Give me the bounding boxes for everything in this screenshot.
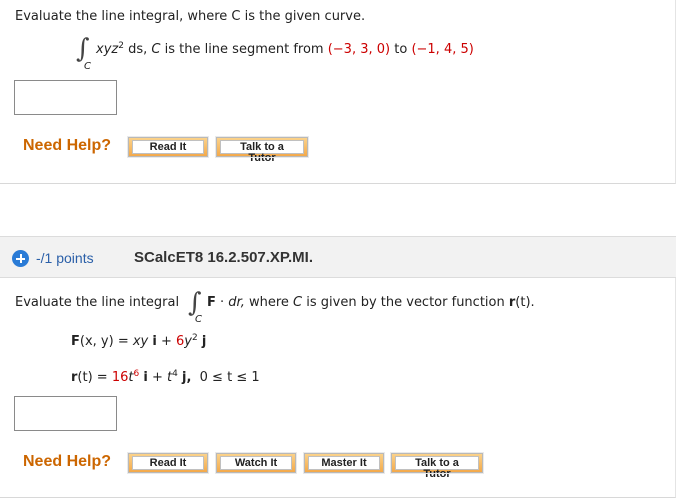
question-2-integrand: F · dr, where C is given by the vector f… bbox=[207, 295, 535, 310]
integral-subscript: C bbox=[195, 314, 202, 325]
question-2-header bbox=[0, 236, 676, 278]
q1-talk-to-tutor-button[interactable]: Talk to a Tutor bbox=[215, 136, 309, 164]
integral-subscript: C bbox=[84, 61, 91, 72]
spacer bbox=[0, 184, 676, 236]
question-1-prompt: Evaluate the line integral, where C is t… bbox=[15, 9, 366, 24]
q2-read-it-button[interactable]: Read It bbox=[127, 452, 209, 474]
q1-read-it-button[interactable]: Read It bbox=[127, 136, 209, 158]
q2-talk-to-tutor-button[interactable]: Talk to a Tutor bbox=[390, 452, 484, 480]
to-point: (−1, 4, 5) bbox=[411, 42, 474, 57]
question-1-expression: ∫ bbox=[76, 36, 90, 62]
vector-field-definition: F(x, y) = xy i + 6y2 j bbox=[71, 333, 207, 350]
integral-symbol: ∫ bbox=[76, 34, 90, 64]
question-1-integrand: xyz2 ds, C is the line segment from (−3,… bbox=[96, 41, 474, 58]
question-2-integral: ∫ bbox=[188, 290, 202, 316]
question-2-prompt: Evaluate the line integral bbox=[15, 295, 180, 310]
from-point: (−3, 3, 0) bbox=[327, 42, 391, 57]
question-2-need-help: Need Help? bbox=[23, 453, 112, 470]
question-1-need-help: Need Help? bbox=[23, 137, 112, 154]
vector-function-definition: r(t) = 16t6 i + t4 j, 0 ≤ t ≤ 1 bbox=[71, 369, 260, 386]
question-2-answer-input[interactable] bbox=[14, 396, 117, 431]
q2-master-it-button[interactable]: Master It bbox=[303, 452, 385, 474]
q2-watch-it-button[interactable]: Watch It bbox=[215, 452, 297, 474]
question-1-answer-input[interactable] bbox=[14, 80, 117, 115]
points-link[interactable]: -/1 points bbox=[36, 250, 94, 266]
question-code: SCalcET8 16.2.507.XP.MI. bbox=[134, 249, 313, 266]
plus-circle-icon[interactable] bbox=[12, 250, 29, 267]
